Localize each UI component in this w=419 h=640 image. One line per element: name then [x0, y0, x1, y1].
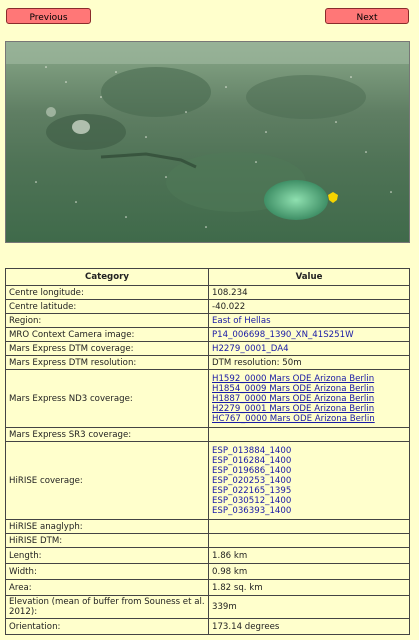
value-link[interactable]: ESP_030512_1400: [212, 496, 406, 506]
value-text: DTM resolution: 50m: [212, 357, 302, 368]
mars-map-graphic: [6, 42, 409, 242]
row-category-mex_nd3: Mars Express ND3 coverage:: [5, 369, 209, 428]
row-value-width: 0.98 km: [208, 563, 410, 580]
row-category-centre_longitude: Centre longitude:: [5, 285, 209, 300]
row-category-length: Length:: [5, 547, 209, 564]
value-text: 108.234: [212, 287, 248, 298]
row-category-hirise_cov: HiRISE coverage:: [5, 441, 209, 520]
previous-button[interactable]: Previous: [6, 8, 91, 24]
row-category-mro_ctx: MRO Context Camera image:: [5, 327, 209, 342]
row-value-centre_latitude: -40.022: [208, 299, 410, 314]
row-category-orientation: Orientation:: [5, 618, 209, 635]
table-row: MRO Context Camera image: P14_006698_1390…: [5, 327, 410, 342]
value-link[interactable]: H2279_0001_DA4: [212, 344, 406, 354]
row-category-centre_latitude: Centre latitude:: [5, 299, 209, 314]
region-value: East of Hellas: [212, 315, 271, 326]
value-link[interactable]: ESP_020253_1400: [212, 476, 406, 486]
category-header: Category: [5, 268, 209, 286]
table-row: Mars Express SR3 coverage:: [5, 427, 410, 442]
table-row: HiRISE anaglyph:: [5, 519, 410, 534]
row-category-elevation: Elevation (mean of buffer from Souness e…: [5, 595, 209, 619]
table-row: Mars Express DTM resolution: DTM resoluti…: [5, 355, 410, 370]
value-text: -40.022: [212, 301, 246, 312]
row-value-mex_dtm_res: DTM resolution: 50m: [208, 355, 410, 370]
value-text: 1.86 km: [212, 550, 248, 561]
row-value-elevation: 339m: [208, 595, 410, 619]
value-link[interactable]: ESP_016284_1400: [212, 456, 406, 466]
mars-map-image: [5, 41, 410, 243]
value-link[interactable]: H2279_0001 Mars ODE Arizona Berlin: [212, 404, 406, 414]
row-value-region: East of Hellas: [208, 313, 410, 328]
value-link[interactable]: H1854_0009 Mars ODE Arizona Berlin: [212, 384, 406, 394]
row-category-mex_dtm_res: Mars Express DTM resolution:: [5, 355, 209, 370]
row-value-hirise_ana: [208, 519, 410, 534]
value-link[interactable]: ESP_019686_1400: [212, 466, 406, 476]
table-row: Mars Express ND3 coverage: H1592_0000 Mar…: [5, 369, 410, 428]
row-value-mro_ctx: P14_006698_1390_XN_41S251W: [208, 327, 410, 342]
row-value-centre_longitude: 108.234: [208, 285, 410, 300]
value-link[interactable]: ESP_022165_1395: [212, 486, 406, 496]
table-row: Elevation (mean of buffer from Souness e…: [5, 595, 410, 619]
table-row: Width: 0.98 km: [5, 563, 410, 580]
table-row: Mars Express DTM coverage: H2279_0001_DA4: [5, 341, 410, 356]
table-row: Centre latitude: -40.022: [5, 299, 410, 314]
table-row: HiRISE coverage: ESP_013884_1400 ESP_01628…: [5, 441, 410, 520]
row-value-mex_dtm_cov: H2279_0001_DA4: [208, 341, 410, 356]
row-value-hirise_dtm: [208, 533, 410, 548]
value-link[interactable]: HC767_0000 Mars ODE Arizona Berlin: [212, 414, 406, 424]
attributes-table: Category Value Centre longitude: 108.234 C…: [5, 268, 410, 635]
value-link[interactable]: ESP_013884_1400: [212, 446, 406, 456]
row-value-mex_nd3: H1592_0000 Mars ODE Arizona Berlin H1854_…: [208, 369, 410, 428]
value-text: 1.82 sq. km: [212, 582, 263, 593]
row-category-hirise_ana: HiRISE anaglyph:: [5, 519, 209, 534]
value-header: Value: [208, 268, 410, 286]
table-row: Length: 1.86 km: [5, 547, 410, 564]
table-row: HiRISE DTM:: [5, 533, 410, 548]
row-value-orientation: 173.14 degrees: [208, 618, 410, 635]
next-button[interactable]: Next: [325, 8, 409, 24]
table-row: Region: East of Hellas: [5, 313, 410, 328]
row-category-hirise_dtm: HiRISE DTM:: [5, 533, 209, 548]
row-category-width: Width:: [5, 563, 209, 580]
value-text: 173.14 degrees: [212, 621, 280, 632]
row-category-mex_dtm_cov: Mars Express DTM coverage:: [5, 341, 209, 356]
value-text: 0.98 km: [212, 566, 248, 577]
table-row: Area: 1.82 sq. km: [5, 579, 410, 596]
row-category-region: Region:: [5, 313, 209, 328]
table-row: Orientation: 173.14 degrees: [5, 618, 410, 635]
value-link[interactable]: H1887_0000 Mars ODE Arizona Berlin: [212, 394, 406, 404]
table-row: Centre longitude: 108.234: [5, 285, 410, 300]
value-text: 339m: [212, 602, 237, 612]
value-link[interactable]: H1592_0000 Mars ODE Arizona Berlin: [212, 374, 406, 384]
row-value-length: 1.86 km: [208, 547, 410, 564]
data-table-container: Category Value Centre longitude: 108.234 C…: [5, 268, 410, 635]
row-value-mex_sr3: [208, 427, 410, 442]
row-category-area: Area:: [5, 579, 209, 596]
value-link[interactable]: ESP_036393_1400: [212, 506, 406, 516]
row-category-mex_sr3: Mars Express SR3 coverage:: [5, 427, 209, 442]
value-link[interactable]: P14_006698_1390_XN_41S251W: [212, 330, 406, 340]
table-header-row: Category Value: [5, 268, 410, 286]
row-value-hirise_cov: ESP_013884_1400 ESP_016284_1400 ESP_019686…: [208, 441, 410, 520]
row-value-area: 1.82 sq. km: [208, 579, 410, 596]
